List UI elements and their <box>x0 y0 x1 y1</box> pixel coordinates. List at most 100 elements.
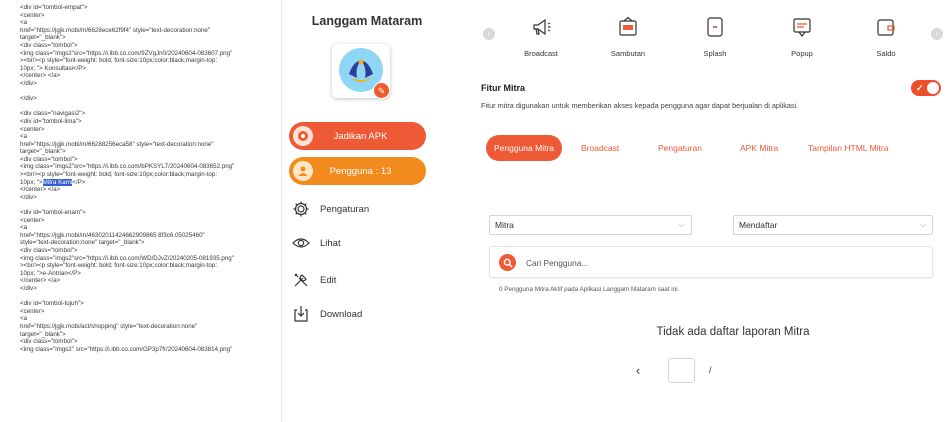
chevron-down-icon: ⌵ <box>678 220 685 229</box>
code-line[interactable]: </center> </a> <box>20 186 281 194</box>
search-box[interactable] <box>489 246 933 278</box>
code-line[interactable]: <div class="tombol"> <box>20 42 281 50</box>
active-mitra-count: 0 Pengguna Mitra Aktif pada Aplikasi Lan… <box>499 286 680 293</box>
mendaftar-select[interactable]: Mendaftar ⌵ <box>733 215 933 235</box>
mitra-select[interactable]: Mitra ⌵ <box>489 215 692 235</box>
feature-title: Fitur Mitra <box>481 83 525 93</box>
code-line[interactable]: <div class="tombol"> <box>20 156 281 164</box>
code-text: <img class="imgs2"src="https://i.ibb.co.… <box>20 254 234 262</box>
tools-icon <box>291 270 311 290</box>
code-line[interactable]: <a <box>20 133 281 141</box>
nav-prev-arrow-icon[interactable]: ‹ <box>483 28 495 40</box>
tab-tampilan-html-mitra[interactable]: Tampilan HTML Mitra <box>808 135 888 161</box>
code-line[interactable]: <center> <box>20 308 281 316</box>
code-line[interactable]: <img class="imgs2"src="https://i.ibb.co.… <box>20 50 281 58</box>
tab-apk-mitra[interactable]: APK Mitra <box>740 135 778 161</box>
sidebar-item-lihat[interactable]: Lihat <box>291 232 341 254</box>
tab-pengaturan[interactable]: Pengaturan <box>658 135 702 161</box>
edit-logo-icon[interactable]: ✎ <box>373 82 390 99</box>
prev-page-button[interactable]: ‹ <box>632 363 644 378</box>
code-line[interactable] <box>20 88 281 96</box>
code-text: <div id="tombol-enam"> <box>20 209 86 217</box>
nav-item-saldo[interactable]: Saldo <box>851 16 921 61</box>
welcome-icon <box>619 16 637 36</box>
nav-next-arrow-icon[interactable]: › <box>931 28 943 40</box>
code-line[interactable]: <center> <box>20 126 281 134</box>
code-text: <center> <box>20 125 45 133</box>
code-text: <a <box>20 224 28 232</box>
code-line[interactable]: target="_blank"> <box>20 148 281 156</box>
code-line[interactable]: <div class="tombol"> <box>20 247 281 255</box>
code-line[interactable]: <div id="tombol-lima"> <box>20 118 281 126</box>
code-line[interactable]: ><br/><p style="font-weight: bold; font-… <box>20 57 281 65</box>
code-line[interactable]: ><br/><p style="font-weight: bold; font-… <box>20 262 281 270</box>
select-value: Mendaftar <box>739 220 778 230</box>
code-text: </div> <box>20 79 37 87</box>
code-line[interactable]: <a <box>20 224 281 232</box>
sidebar-item-label: Lihat <box>320 237 341 249</box>
code-line[interactable]: <img class="imgs2"src="https://i.ibb.co.… <box>20 255 281 263</box>
code-line[interactable]: <a <box>20 19 281 27</box>
code-line[interactable]: href="https://jgjk.mobi/act/shopping" st… <box>20 323 281 331</box>
code-line[interactable]: <img class="imgs2"src="https://i.ibb.co.… <box>20 163 281 171</box>
code-line[interactable]: 10px; ">e-Antrian</P> <box>20 270 281 278</box>
code-line[interactable]: ><br/><p style="font-weight: bold; font-… <box>20 171 281 179</box>
code-line[interactable]: href="https://jgjk.mobi/m/46302011424662… <box>20 232 281 240</box>
code-line[interactable]: <div id="tombol-enam"> <box>20 209 281 217</box>
code-line[interactable] <box>20 201 281 209</box>
code-lines[interactable]: <div id="tombol-empat"> <center> <a href="h… <box>20 4 281 353</box>
code-line[interactable]: <center> <box>20 217 281 225</box>
nav-item-splash[interactable]: Splash <box>680 16 750 61</box>
sidebar-item-edit[interactable]: Edit <box>291 269 336 291</box>
nav-item-popup[interactable]: Popup <box>767 16 837 61</box>
code-line[interactable]: href="https://jgjk.mobi/m/6628ece62f9f4"… <box>20 27 281 35</box>
main-panel: ‹ Broadcast Sambutan Splash Popup Saldo … <box>470 0 946 422</box>
tab-broadcast[interactable]: Broadcast <box>581 135 619 161</box>
code-line[interactable]: target="_blank"> <box>20 331 281 339</box>
code-line[interactable]: <a <box>20 315 281 323</box>
code-text: <a <box>20 315 28 323</box>
code-line[interactable]: </div> <box>20 194 281 202</box>
code-editor-pane[interactable]: <div id="tombol-empat"> <center> <a href="h… <box>0 0 282 422</box>
code-line[interactable] <box>20 103 281 111</box>
users-count-button[interactable]: Pengguna : 13 <box>289 157 426 185</box>
code-line[interactable]: </div> <box>20 95 281 103</box>
code-line[interactable]: </center> </a> <box>20 72 281 80</box>
search-icon[interactable] <box>499 254 516 271</box>
feature-toggle[interactable]: ✓ <box>911 80 941 96</box>
make-apk-button[interactable]: Jadikan APK <box>289 122 426 150</box>
nav-label: Splash <box>703 49 727 58</box>
code-line[interactable]: href="https://jgjk.mobi/m/66288256eca58"… <box>20 141 281 149</box>
nav-item-sambutan[interactable]: Sambutan <box>593 16 663 61</box>
code-line[interactable]: <div class="navigasi2"> <box>20 110 281 118</box>
code-line[interactable]: <div id="tombol-tujuh"> <box>20 300 281 308</box>
code-text: </center> </a> <box>20 72 61 80</box>
nav-item-broadcast[interactable]: Broadcast <box>506 16 576 61</box>
code-text: <img class="imgs2"src="https://i.ibb.co.… <box>20 163 235 171</box>
code-text: </center> </a> <box>20 277 61 285</box>
code-line[interactable]: style="text-decoration:none" target="_bl… <box>20 239 281 247</box>
code-line[interactable]: <div id="tombol-empat"> <box>20 4 281 12</box>
tab-pengguna-mitra[interactable]: Pengguna Mitra <box>486 135 563 161</box>
sidebar-item-download[interactable]: Download <box>291 303 362 325</box>
sidebar-item-label: Download <box>320 308 363 320</box>
sidebar-item-pengaturan[interactable]: Pengaturan <box>291 198 369 220</box>
code-line[interactable]: 10px; "> Konsultasi</P> <box>20 65 281 73</box>
code-line[interactable]: <img class="imgs2" src="https://i.ibb.co… <box>20 346 281 354</box>
code-text: <div class="tombol"> <box>20 155 78 163</box>
page-number-input[interactable] <box>668 357 695 383</box>
code-line[interactable] <box>20 293 281 301</box>
search-input[interactable] <box>526 255 916 270</box>
code-line[interactable]: <div class="tombol"> <box>20 338 281 346</box>
code-text: <div class="tombol"> <box>20 41 78 49</box>
code-line[interactable]: <center> <box>20 12 281 20</box>
code-line[interactable]: 10px; ">Mitra Kami</P> <box>20 178 281 187</box>
splash-icon <box>707 17 723 37</box>
code-line[interactable]: </div> <box>20 80 281 88</box>
code-line[interactable]: target="_blank"> <box>20 34 281 42</box>
code-line[interactable]: </div> <box>20 285 281 293</box>
feature-description: Fitur mitra digunakan untuk memberikan a… <box>481 101 799 110</box>
code-line[interactable]: </center> </a> <box>20 277 281 285</box>
download-icon <box>291 304 311 324</box>
app-title: Langgam Mataram <box>311 14 423 28</box>
